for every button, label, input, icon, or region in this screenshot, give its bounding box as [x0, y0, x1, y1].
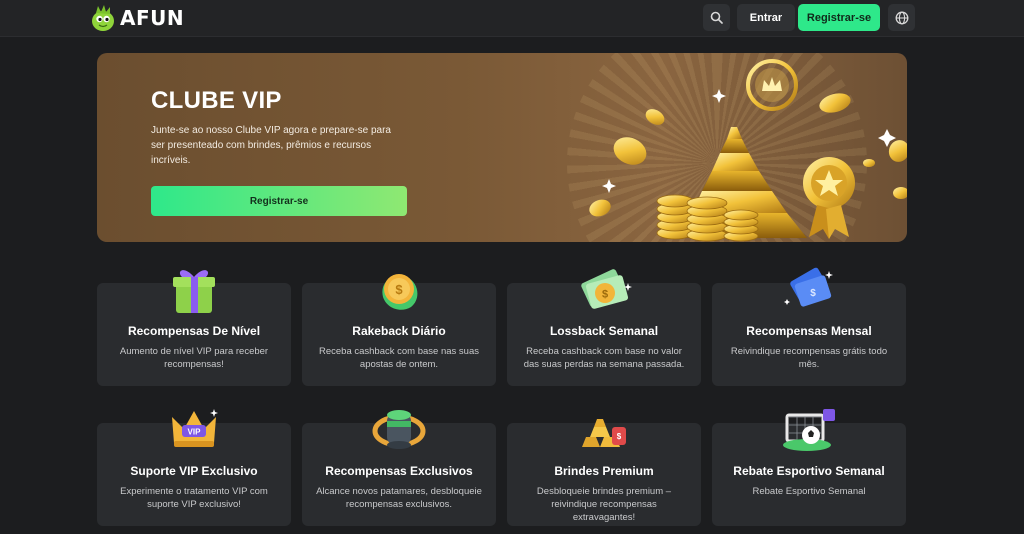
- reward-card-premium-gifts[interactable]: $ Brindes Premium Desbloqueie brindes pr…: [507, 419, 701, 526]
- gift-box-icon: [173, 270, 215, 313]
- brand-name: AFUN: [120, 6, 185, 30]
- money-card-icon: $: [784, 267, 833, 307]
- globe-icon: [895, 11, 908, 24]
- reward-card-description: Reivindique recompensas grátis todo mês.: [730, 346, 888, 370]
- reward-card-title: Recompensas De Nível: [127, 324, 261, 338]
- svg-text:$: $: [395, 282, 403, 297]
- reward-card-description: Receba cashback com base no valor das su…: [523, 346, 685, 370]
- reward-card-level[interactable]: Recompensas De Nível Aumento de nível VI…: [97, 270, 291, 386]
- reward-card-lossback[interactable]: $ Lossback Semanal Receba cashback com b…: [507, 269, 701, 386]
- brand-logo[interactable]: AFUN: [90, 3, 184, 33]
- svg-text:VIP: VIP: [188, 428, 202, 437]
- reward-card-description: Desbloqueie brindes premium – reivindiqu…: [536, 486, 672, 523]
- reward-card-description: Alcance novos patamares, desbloqueie rec…: [316, 486, 482, 510]
- gold-bars-icon: $: [582, 419, 626, 447]
- reward-card-sports-rebate[interactable]: Rebate Esportivo Semanal Rebate Esportiv…: [712, 409, 906, 526]
- vip-crown-icon: VIP: [172, 409, 218, 447]
- cash-bills-icon: $: [581, 269, 632, 309]
- register-button[interactable]: Registrar-se: [798, 4, 880, 31]
- reward-card-title: Brindes Premium: [554, 464, 654, 478]
- login-button[interactable]: Entrar: [737, 4, 795, 31]
- search-icon: [710, 11, 723, 24]
- svg-text:$: $: [602, 289, 608, 301]
- reward-card-rakeback[interactable]: $ Rakeback Diário Receba cashback com ba…: [302, 274, 496, 386]
- banner-title: CLUBE VIP: [151, 87, 282, 114]
- search-button[interactable]: [703, 4, 730, 31]
- top-navbar: AFUN Entrar Registrar-se: [0, 0, 1024, 37]
- vip-club-banner: CLUBE VIP Junte-se ao nosso Clube VIP ag…: [97, 53, 907, 242]
- banner-description: Junte-se ao nosso Clube VIP agora e prep…: [151, 125, 391, 166]
- reward-card-vip-support[interactable]: VIP Suporte VIP Exclusivo Experimente o …: [97, 409, 291, 526]
- reward-card-description: Aumento de nível VIP para receber recomp…: [119, 346, 269, 370]
- reward-card-exclusive[interactable]: Recompensas Exclusivos Alcance novos pat…: [302, 410, 496, 526]
- svg-text:$: $: [617, 432, 622, 441]
- reward-card-description: Rebate Esportivo Semanal: [752, 486, 866, 497]
- reward-card-title: Recompensas Exclusivos: [325, 464, 473, 478]
- gold-pyramid-illustration: [589, 59, 907, 242]
- reward-card-monthly[interactable]: $ Recompensas Mensal Reivindique recompe…: [712, 267, 906, 386]
- soccer-goal-icon: [783, 409, 835, 451]
- reward-card-title: Suporte VIP Exclusivo: [130, 464, 258, 478]
- banner-register-button[interactable]: Registrar-se: [151, 186, 407, 216]
- reward-card-description: Experimente o tratamento VIP com suporte…: [120, 486, 268, 510]
- reward-card-title: Rakeback Diário: [352, 324, 446, 338]
- reward-card-title: Recompensas Mensal: [746, 324, 872, 338]
- language-button[interactable]: [888, 4, 915, 31]
- coin-stack-icon: [372, 410, 426, 449]
- reward-card-description: Receba cashback com base nas suas aposta…: [318, 346, 479, 370]
- svg-text:$: $: [810, 288, 816, 299]
- reward-card-title: Rebate Esportivo Semanal: [733, 464, 885, 478]
- reward-card-title: Lossback Semanal: [549, 324, 659, 338]
- mascot-logo-icon: [92, 5, 114, 31]
- coin-bag-icon: $: [382, 274, 418, 310]
